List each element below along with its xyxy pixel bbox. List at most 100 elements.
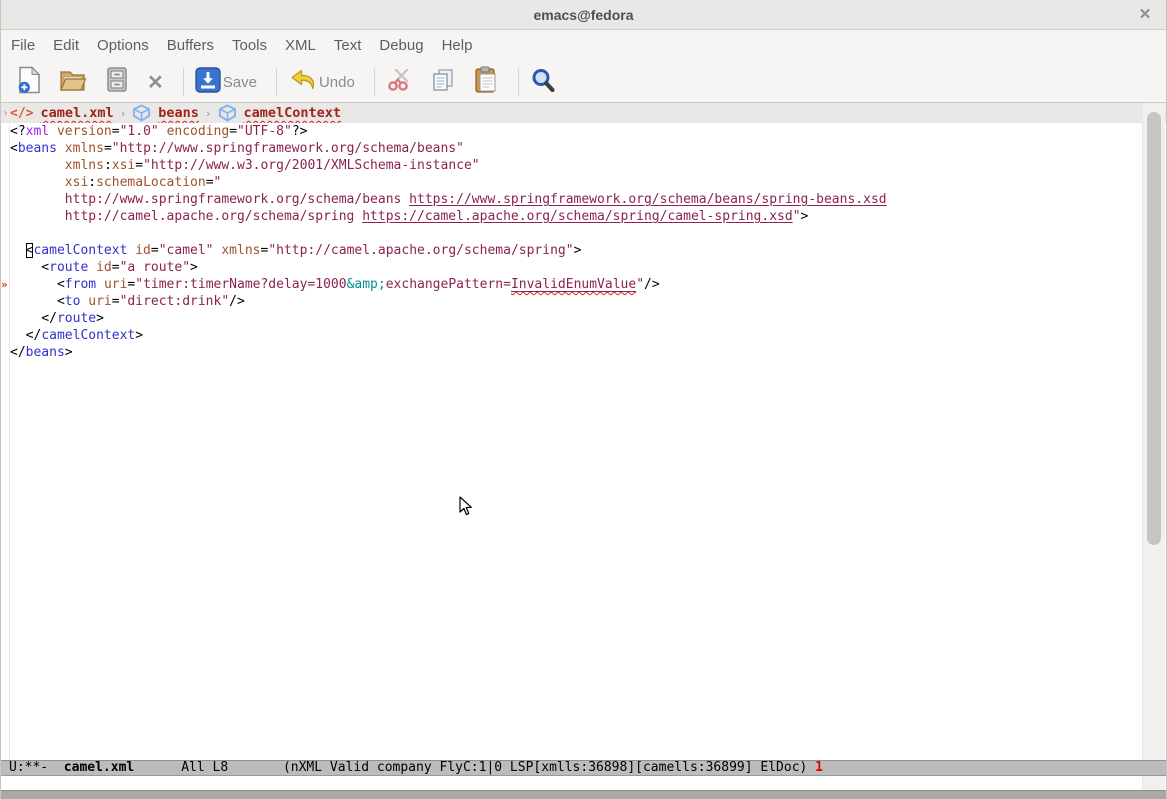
titlebar[interactable]: emacs@fedora ✕ [1,0,1166,30]
menu-item-tools[interactable]: Tools [223,30,276,62]
breadcrumb-separator: › [120,107,127,120]
breadcrumb-item-camel.xml[interactable]: </>camel.xml [10,105,114,121]
scissors-icon [386,67,413,98]
menu-item-debug[interactable]: Debug [370,30,432,62]
new-file-button[interactable] [17,66,42,99]
code-attr: uri [88,294,111,309]
code-string: "camel" [159,243,214,258]
breadcrumb-label: camel.xml [40,105,113,121]
fringe [1,140,10,157]
undo-button[interactable]: Undo [288,68,355,97]
copy-icon [430,67,456,98]
save-icon [195,67,221,98]
code-attr: uri [104,277,127,292]
fringe [1,293,10,310]
code-string: " [636,277,644,292]
menu-item-file[interactable]: File [11,30,44,62]
breadcrumb-label: beans [158,105,199,121]
code-string: "timer:timerName?delay=1000 [135,277,346,292]
code-plain: /> [229,294,245,309]
code-tag: camelContext [33,243,127,258]
code-line: http://camel.apache.org/schema/spring ht… [1,208,1166,225]
code-tag: to [65,294,81,309]
code-plain [49,124,57,139]
paste-button[interactable] [473,66,499,99]
undo-label: Undo [319,74,355,91]
code-tag: beans [18,141,57,156]
code-attr: xsi [112,158,135,173]
code-tag: route [49,260,88,275]
code-tag: route [57,311,96,326]
code-line: <camelContext id="camel" xmlns="http://c… [1,242,1166,259]
code-line [1,225,1166,242]
code-line: xsi:schemaLocation=" [1,174,1166,191]
fringe [1,327,10,344]
fringe [1,225,10,242]
search-button[interactable] [530,67,556,98]
code-attr: xmlns [65,141,104,156]
scrollbar-track[interactable] [1142,103,1165,799]
save-label: Save [223,74,257,91]
new-file-icon [17,66,42,99]
code-plain: </ [10,311,57,326]
code-plain: = [104,141,112,156]
modeline-text: All L8 (nXML Valid company FlyC:1|0 LSP[… [134,760,815,775]
code-tag: from [65,277,96,292]
window-bottom-edge [1,790,1166,799]
code-plain: > [574,243,582,258]
menu-item-edit[interactable]: Edit [44,30,88,62]
code-plain: < [10,260,49,275]
code-plain: = [112,294,120,309]
code-string: "direct:drink" [120,294,230,309]
fringe [1,208,10,225]
menu-item-help[interactable]: Help [433,30,482,62]
code-plain: > [65,345,73,360]
code-plain: </ [10,345,26,360]
code-attr: version [57,124,112,139]
echo-area[interactable] [1,776,1166,790]
modeline[interactable]: U:**- camel.xml All L8 (nXML Valid compa… [1,760,1166,776]
code-pi: xml [26,124,49,139]
toolbar-separator [276,68,277,96]
scrollbar-thumb[interactable] [1147,112,1161,545]
code-attr: schemaLocation [96,175,206,190]
breadcrumb-item-camelContext[interactable]: camelContext [218,104,342,122]
code-plain: = [135,158,143,173]
code-plain: < [10,294,65,309]
fringe [1,344,10,361]
code-line: <beans xmlns="http://www.springframework… [1,140,1166,157]
open-file-button[interactable] [59,67,87,98]
code-string: "http://www.w3.org/2001/XMLSchema-instan… [143,158,480,173]
code-plain [10,243,26,258]
code-plain: = [206,175,214,190]
search-icon [530,67,556,98]
fringe [1,123,10,140]
menu-item-text[interactable]: Text [325,30,371,62]
dired-button[interactable] [104,66,130,98]
code-line: </beans> [1,344,1166,361]
code-line: <?xml version="1.0" encoding="UTF-8"?> [1,123,1166,140]
code-plain: : [88,175,96,190]
code-attr: xmlns [221,243,260,258]
breadcrumb-item-beans[interactable]: beans [132,104,199,122]
code-line: </camelContext> [1,327,1166,344]
buffer-lines: <?xml version="1.0" encoding="UTF-8"?><b… [1,123,1166,361]
code-line: xmlns:xsi="http://www.w3.org/2001/XMLSch… [1,157,1166,174]
code-plain: <? [10,124,26,139]
toolbar-separator [374,68,375,96]
clipboard-icon [473,66,499,99]
fringe [1,310,10,327]
menu-item-buffers[interactable]: Buffers [158,30,223,62]
code-link: https://www.springframework.org/schema/b… [409,192,886,207]
modeline-buffer-name: camel.xml [64,760,134,775]
close-buffer-button[interactable]: ✕ [147,70,164,95]
editor-buffer[interactable]: <?xml version="1.0" encoding="UTF-8"?><b… [1,123,1166,760]
code-attr: xmlns [65,158,104,173]
menu-item-xml[interactable]: XML [276,30,325,62]
cut-button[interactable] [386,67,413,98]
code-string: "http://www.springframework.org/schema/b… [112,141,464,156]
close-icon[interactable]: ✕ [1134,4,1156,26]
copy-button[interactable] [430,67,456,98]
menu-item-options[interactable]: Options [88,30,158,62]
save-button[interactable]: Save [195,67,257,98]
